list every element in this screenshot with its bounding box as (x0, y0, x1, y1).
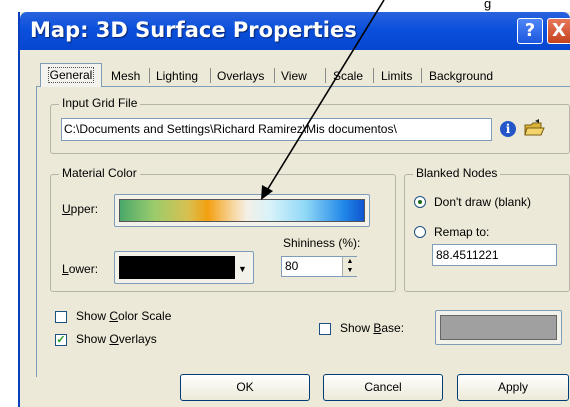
tab-general[interactable]: General (40, 63, 102, 87)
annotation-arrow (261, 0, 385, 200)
